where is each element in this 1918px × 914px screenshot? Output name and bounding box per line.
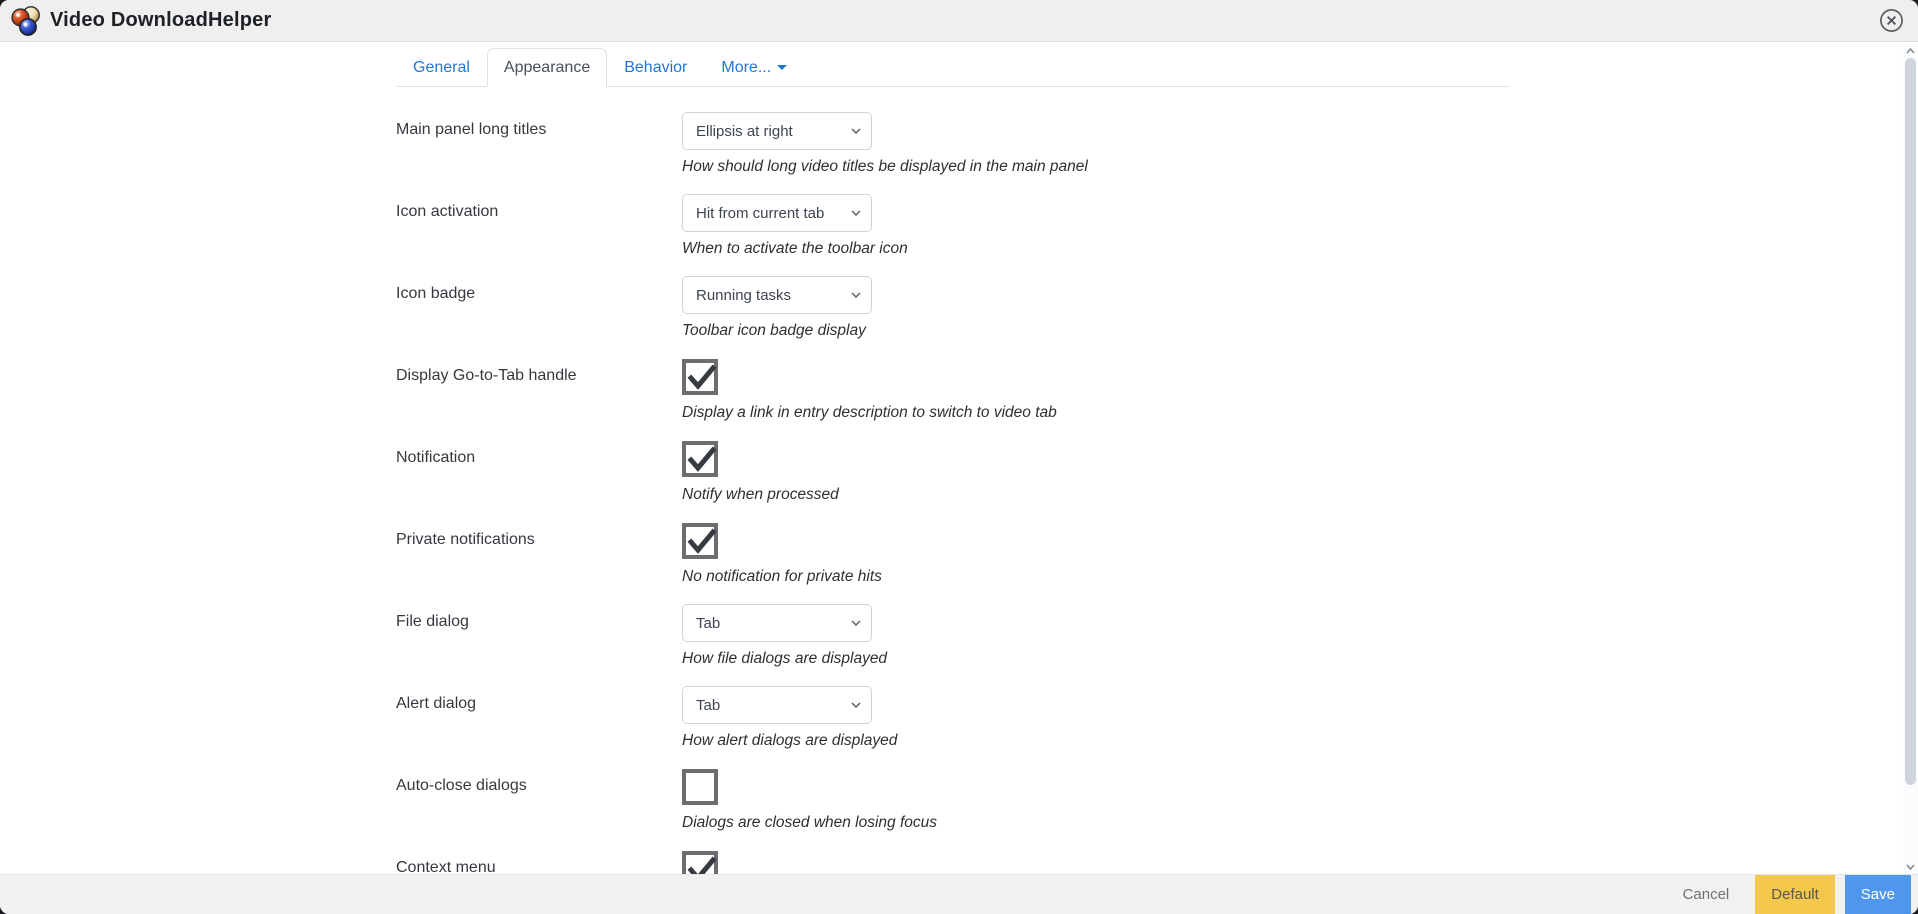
notification-checkbox[interactable] bbox=[682, 441, 718, 477]
form-row: Alert dialog Tab How alert dialogs are d… bbox=[396, 686, 1509, 752]
settings-content: General Appearance Behavior More... Main… bbox=[0, 42, 1918, 874]
setting-description: Display a link in entry description to s… bbox=[682, 404, 1057, 421]
tab-behavior[interactable]: Behavior bbox=[607, 48, 704, 87]
tab-bar: General Appearance Behavior More... bbox=[396, 48, 1509, 87]
select-value: Running tasks bbox=[696, 286, 792, 304]
setting-label: Private notifications bbox=[396, 531, 535, 548]
chevron-down-icon bbox=[851, 128, 861, 134]
setting-description: How should long video titles be displaye… bbox=[682, 158, 1088, 175]
setting-label: Icon activation bbox=[396, 203, 499, 220]
form-row: File dialog Tab How file dialogs are dis… bbox=[396, 604, 1509, 670]
goto-tab-handle-checkbox[interactable] bbox=[682, 359, 718, 395]
setting-label: Context menu bbox=[396, 859, 496, 874]
setting-label: Icon badge bbox=[396, 285, 476, 302]
select-value: Ellipsis at right bbox=[696, 122, 793, 140]
icon-badge-select[interactable]: Running tasks bbox=[682, 276, 872, 314]
default-button[interactable]: Default bbox=[1755, 875, 1835, 914]
setting-description: How file dialogs are displayed bbox=[682, 650, 888, 667]
alert-dialog-select[interactable]: Tab bbox=[682, 686, 872, 724]
setting-description: Dialogs are closed when losing focus bbox=[682, 814, 938, 831]
main-panel-long-titles-select[interactable]: Ellipsis at right bbox=[682, 112, 872, 150]
form-row: Display Go-to-Tab handle Display a link … bbox=[396, 358, 1509, 424]
chevron-down-icon bbox=[851, 702, 861, 708]
cancel-button[interactable]: Cancel bbox=[1667, 875, 1746, 914]
form-row: Auto-close dialogs Dialogs are closed wh… bbox=[396, 768, 1509, 834]
private-notifications-checkbox[interactable] bbox=[682, 523, 718, 559]
close-icon[interactable] bbox=[1878, 8, 1904, 34]
scrollbar-thumb[interactable] bbox=[1905, 58, 1916, 785]
chevron-down-icon bbox=[851, 210, 861, 216]
select-value: Hit from current tab bbox=[696, 204, 825, 222]
form-row: Icon activation Hit from current tab Whe… bbox=[396, 194, 1509, 260]
app-logo-icon bbox=[10, 5, 42, 37]
setting-description: When to activate the toolbar icon bbox=[682, 240, 908, 257]
setting-label: Main panel long titles bbox=[396, 121, 547, 138]
select-value: Tab bbox=[696, 614, 721, 632]
setting-label: Notification bbox=[396, 449, 476, 466]
vertical-scrollbar[interactable] bbox=[1903, 44, 1918, 874]
setting-description: Notify when processed bbox=[682, 486, 839, 503]
form-row: Icon badge Running tasks Toolbar icon ba… bbox=[396, 276, 1509, 342]
app-title: Video DownloadHelper bbox=[50, 9, 272, 31]
auto-close-dialogs-checkbox[interactable] bbox=[682, 769, 718, 805]
tab-more[interactable]: More... bbox=[704, 48, 804, 87]
setting-description: How alert dialogs are displayed bbox=[682, 732, 898, 749]
context-menu-checkbox[interactable] bbox=[682, 851, 718, 874]
setting-label: Auto-close dialogs bbox=[396, 777, 527, 794]
setting-description: Toolbar icon badge display bbox=[682, 322, 866, 339]
title-bar: Video DownloadHelper bbox=[0, 0, 1918, 42]
scroll-up-icon[interactable] bbox=[1903, 44, 1918, 58]
file-dialog-select[interactable]: Tab bbox=[682, 604, 872, 642]
scroll-down-icon[interactable] bbox=[1903, 860, 1918, 874]
form-row: Private notifications No notification fo… bbox=[396, 522, 1509, 588]
setting-label: Display Go-to-Tab handle bbox=[396, 367, 577, 384]
options-window: Video DownloadHelper General Appearance … bbox=[0, 0, 1918, 914]
form-row: Notification Notify when processed bbox=[396, 440, 1509, 506]
tab-general[interactable]: General bbox=[396, 48, 487, 87]
form-row: Main panel long titles Ellipsis at right… bbox=[396, 112, 1509, 178]
form-row: Context menu bbox=[396, 850, 1509, 874]
caret-down-icon bbox=[777, 65, 788, 70]
setting-description: No notification for private hits bbox=[682, 568, 882, 585]
setting-label: Alert dialog bbox=[396, 695, 477, 712]
chevron-down-icon bbox=[851, 292, 861, 298]
setting-label: File dialog bbox=[396, 613, 469, 630]
tab-appearance[interactable]: Appearance bbox=[486, 48, 608, 87]
save-button[interactable]: Save bbox=[1844, 875, 1911, 914]
appearance-form: Main panel long titles Ellipsis at right… bbox=[396, 87, 1509, 874]
footer-bar: Cancel Default Save bbox=[0, 874, 1918, 914]
select-value: Tab bbox=[696, 696, 721, 714]
chevron-down-icon bbox=[851, 620, 861, 626]
icon-activation-select[interactable]: Hit from current tab bbox=[682, 194, 872, 232]
